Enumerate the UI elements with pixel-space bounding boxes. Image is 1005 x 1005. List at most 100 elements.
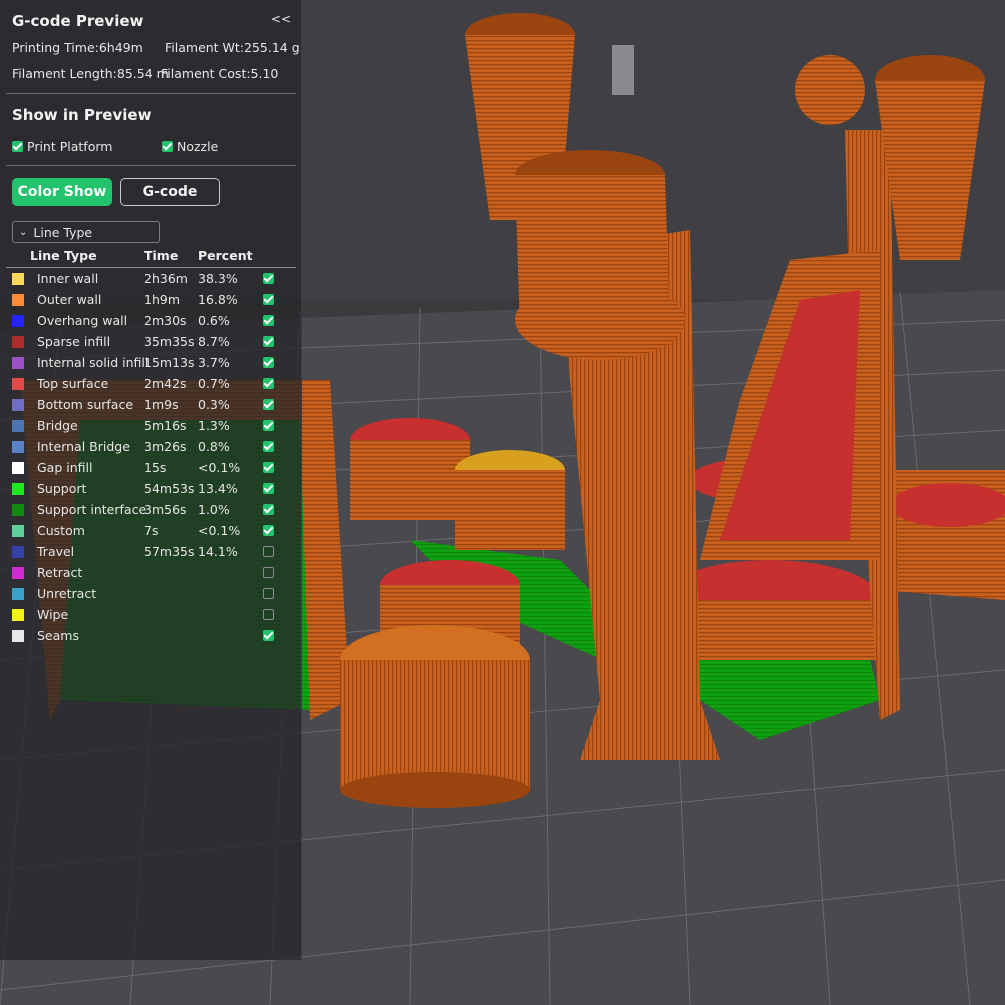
line-type-percent: 0.7% <box>198 376 230 391</box>
color-swatch <box>12 378 24 390</box>
line-type-time: 35m35s <box>144 334 195 349</box>
table-row[interactable]: Wipe <box>0 604 300 625</box>
line-type-time: 3m56s <box>144 502 187 517</box>
line-type-name: Top surface <box>37 376 109 391</box>
checkbox-checked-icon[interactable] <box>263 441 274 452</box>
line-type-time: 1m9s <box>144 397 179 412</box>
line-type-name: Unretract <box>37 586 97 601</box>
table-row[interactable]: Unretract <box>0 583 300 604</box>
print-platform-option[interactable]: Print Platform <box>12 139 112 154</box>
collapse-button[interactable]: << <box>271 12 291 26</box>
color-swatch <box>12 336 24 348</box>
line-type-name: Inner wall <box>37 271 99 286</box>
checkbox-checked-icon[interactable] <box>263 378 274 389</box>
color-swatch <box>12 315 24 327</box>
table-row[interactable]: Custom 7s <0.1% <box>0 520 300 541</box>
checkbox-checked-icon[interactable] <box>263 315 274 326</box>
print-platform-label: Print Platform <box>27 139 113 154</box>
checkbox-checked-icon[interactable] <box>263 462 274 473</box>
header-line-type: Line Type <box>30 248 97 263</box>
color-swatch <box>12 525 24 537</box>
table-row[interactable]: Outer wall 1h9m 16.8% <box>0 289 300 310</box>
checkbox-checked-icon[interactable] <box>12 141 23 152</box>
line-type-percent: 38.3% <box>198 271 238 286</box>
line-type-name: Internal solid infill <box>37 355 149 370</box>
color-swatch <box>12 483 24 495</box>
table-row[interactable]: Gap infill 15s <0.1% <box>0 457 300 478</box>
line-type-percent: <0.1% <box>198 523 241 538</box>
printing-time: Printing Time:6h49m <box>12 40 143 55</box>
line-type-time: 1h9m <box>144 292 181 307</box>
checkbox-unchecked-icon[interactable] <box>263 588 274 599</box>
line-type-time: 5m16s <box>144 418 187 433</box>
checkbox-checked-icon[interactable] <box>162 141 173 152</box>
line-type-percent: 1.3% <box>198 418 230 433</box>
line-type-time: 54m53s <box>144 481 195 496</box>
table-row[interactable]: Bottom surface 1m9s 0.3% <box>0 394 300 415</box>
chevron-down-icon: ⌄ <box>19 226 28 238</box>
divider <box>6 93 296 94</box>
color-swatch <box>12 294 24 306</box>
line-type-name: Bridge <box>37 418 78 433</box>
table-row[interactable]: Bridge 5m16s 1.3% <box>0 415 300 436</box>
line-type-name: Travel <box>37 544 75 559</box>
line-type-percent: 14.1% <box>198 544 238 559</box>
checkbox-checked-icon[interactable] <box>263 399 274 410</box>
checkbox-checked-icon[interactable] <box>263 483 274 494</box>
color-swatch <box>12 462 24 474</box>
line-type-time: 57m35s <box>144 544 195 559</box>
filament-length: Filament Length:85.54 m <box>12 66 169 81</box>
gcode-button[interactable]: G-code <box>120 178 220 206</box>
line-type-percent: <0.1% <box>198 460 241 475</box>
view-type-value: Line Type <box>33 224 93 240</box>
table-row[interactable]: Internal solid infill 15m13s 3.7% <box>0 352 300 373</box>
line-type-name: Retract <box>37 565 83 580</box>
table-row[interactable]: Travel 57m35s 14.1% <box>0 541 300 562</box>
line-type-percent: 16.8% <box>198 292 238 307</box>
gcode-preview-panel: G-code Preview << Printing Time:6h49m Fi… <box>0 0 302 960</box>
table-row[interactable]: Sparse infill 35m35s 8.7% <box>0 331 300 352</box>
line-type-percent: 0.8% <box>198 439 230 454</box>
line-type-time: 2m42s <box>144 376 187 391</box>
nozzle-option[interactable]: Nozzle <box>162 139 218 154</box>
line-type-time: 2h36m <box>144 271 188 286</box>
checkbox-checked-icon[interactable] <box>263 630 274 641</box>
table-row[interactable]: Inner wall 2h36m 38.3% <box>0 268 300 289</box>
table-row[interactable]: Top surface 2m42s 0.7% <box>0 373 300 394</box>
checkbox-checked-icon[interactable] <box>263 525 274 536</box>
checkbox-checked-icon[interactable] <box>263 420 274 431</box>
checkbox-unchecked-icon[interactable] <box>263 567 274 578</box>
line-type-name: Seams <box>37 628 79 643</box>
line-type-name: Gap infill <box>37 460 93 475</box>
table-row[interactable]: Support 54m53s 13.4% <box>0 478 300 499</box>
view-type-dropdown[interactable]: ⌄ Line Type <box>12 221 160 243</box>
checkbox-unchecked-icon[interactable] <box>263 609 274 620</box>
divider <box>6 165 296 166</box>
color-swatch <box>12 546 24 558</box>
checkbox-unchecked-icon[interactable] <box>263 546 274 557</box>
color-swatch <box>12 609 24 621</box>
color-show-button[interactable]: Color Show <box>12 178 112 206</box>
line-type-time: 2m30s <box>144 313 187 328</box>
nozzle-label: Nozzle <box>177 139 219 154</box>
line-type-percent: 0.6% <box>198 313 230 328</box>
nozzle <box>612 45 634 95</box>
checkbox-checked-icon[interactable] <box>263 273 274 284</box>
table-row[interactable]: Internal Bridge 3m26s 0.8% <box>0 436 300 457</box>
checkbox-checked-icon[interactable] <box>263 357 274 368</box>
panel-title: G-code Preview <box>12 12 144 30</box>
line-type-name: Custom <box>37 523 85 538</box>
checkbox-checked-icon[interactable] <box>263 504 274 515</box>
line-type-time: 7s <box>144 523 159 538</box>
line-type-percent: 8.7% <box>198 334 230 349</box>
line-type-time: 3m26s <box>144 439 187 454</box>
checkbox-checked-icon[interactable] <box>263 336 274 347</box>
color-swatch <box>12 273 24 285</box>
table-row[interactable]: Support interface 3m56s 1.0% <box>0 499 300 520</box>
table-row[interactable]: Overhang wall 2m30s 0.6% <box>0 310 300 331</box>
table-row[interactable]: Retract <box>0 562 300 583</box>
line-type-name: Outer wall <box>37 292 102 307</box>
line-type-name: Overhang wall <box>37 313 128 328</box>
checkbox-checked-icon[interactable] <box>263 294 274 305</box>
table-row[interactable]: Seams <box>0 625 300 646</box>
